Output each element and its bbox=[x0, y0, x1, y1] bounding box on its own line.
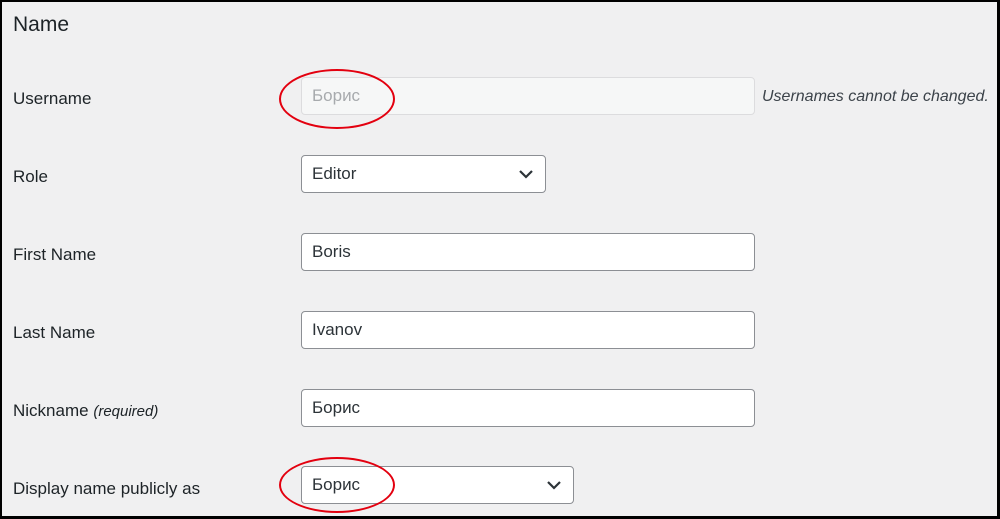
username-description: Usernames cannot be changed. bbox=[762, 88, 989, 105]
last-name-input[interactable]: Ivanov bbox=[301, 311, 755, 349]
last-name-label: Last Name bbox=[13, 323, 96, 342]
display-name-selected-value: Борис bbox=[312, 475, 361, 494]
required-note: (required) bbox=[93, 403, 159, 420]
nickname-label-text: Nickname bbox=[13, 401, 89, 420]
username-field: Борис bbox=[301, 77, 755, 115]
profile-name-section: Name Username Борис Usernames cannot be … bbox=[0, 0, 1000, 519]
display-name-select[interactable]: Борис bbox=[301, 466, 574, 504]
role-select[interactable]: Editor bbox=[301, 155, 546, 193]
chevron-down-icon bbox=[547, 481, 561, 490]
chevron-down-icon bbox=[519, 170, 533, 179]
role-label: Role bbox=[13, 167, 48, 186]
display-name-label: Display name publicly as bbox=[13, 479, 201, 498]
first-name-input[interactable]: Boris bbox=[301, 233, 755, 271]
nickname-label: Nickname (required) bbox=[13, 401, 158, 421]
first-name-label: First Name bbox=[13, 245, 97, 264]
section-title: Name bbox=[13, 13, 70, 36]
username-label: Username bbox=[13, 89, 92, 108]
role-selected-value: Editor bbox=[312, 164, 357, 183]
nickname-input[interactable]: Борис bbox=[301, 389, 755, 427]
